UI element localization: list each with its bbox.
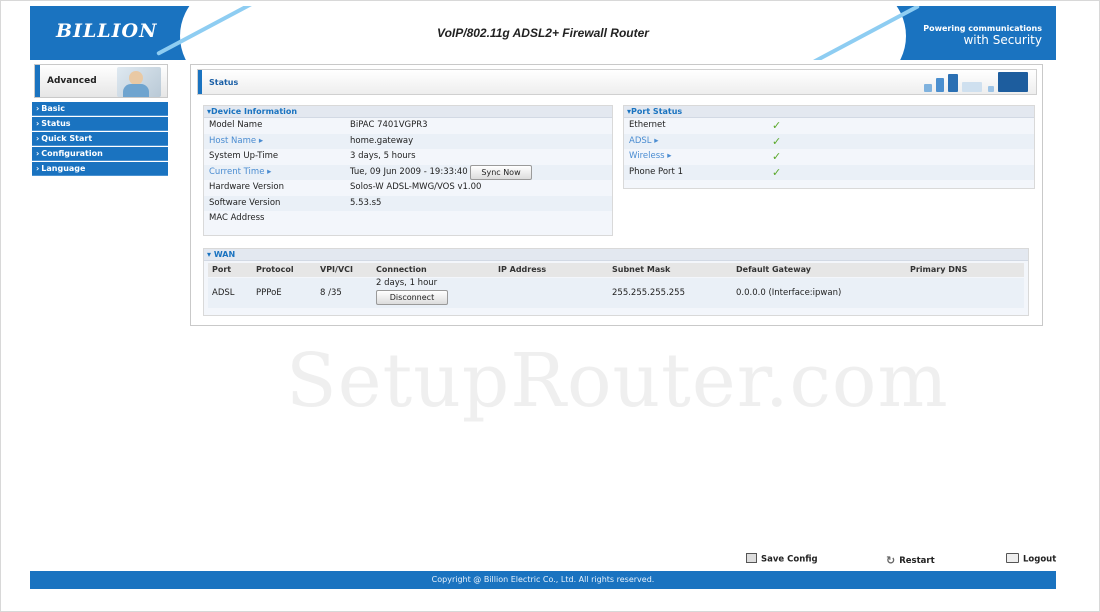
wan-panel: ▾ WAN Port Protocol VPI/VCI Connection I…: [203, 248, 1029, 316]
check-icon: ✓: [772, 134, 782, 148]
uptime-label: System Up-Time: [209, 151, 279, 161]
wan-table-header: Port Protocol VPI/VCI Connection IP Addr…: [208, 263, 1024, 277]
page-title-bar: Status: [197, 69, 1037, 95]
sync-now-button[interactable]: Sync Now: [470, 164, 532, 180]
watermark: SetupRouter.com: [286, 338, 949, 424]
wan-vpi-vci-cell: 8 /35: [320, 288, 342, 298]
wan-port-cell: ADSL: [212, 288, 235, 298]
info-row: Hardware Version Solos-W ADSL-MWG/VOS v1.…: [204, 180, 612, 196]
table-row: ADSL PPPoE 8 /35 2 days, 1 hour Disconne…: [208, 278, 1024, 308]
page-header: BILLION Powering communications with Sec…: [30, 6, 1056, 60]
arrow-icon: ›: [36, 104, 40, 113]
port-status-panel: ▾Port Status Ethernet ✓ ADSL ▸ ✓ Wireless …: [623, 105, 1035, 189]
uptime-value: 3 days, 5 hours: [350, 151, 416, 161]
port-row: Phone Port 1 ✓: [624, 164, 1034, 180]
software-version-value: 5.53.s5: [350, 197, 382, 208]
save-config-button[interactable]: Save Config: [746, 553, 818, 565]
disconnect-button[interactable]: Disconnect: [376, 290, 448, 305]
port-row: ADSL ▸ ✓: [624, 133, 1034, 150]
ethernet-label: Ethernet: [629, 120, 666, 130]
wan-connection-cell: 2 days, 1 hour: [376, 278, 438, 288]
mode-label: Advanced: [47, 76, 97, 86]
model-name-value: BiPAC 7401VGPR3: [350, 120, 428, 130]
product-title: VoIP/802.11g ADSL2+ Firewall Router: [437, 26, 649, 40]
info-row: Current Time ▸ Tue, 09 Jun 2009 - 19:33:4…: [204, 164, 612, 181]
port-row: Ethernet ✓: [624, 118, 1034, 134]
wan-protocol-cell: PPPoE: [256, 288, 282, 298]
restart-label: Restart: [899, 556, 935, 566]
tagline-big: with Security: [963, 33, 1042, 47]
check-icon: ✓: [772, 165, 782, 179]
wireless-link[interactable]: Wireless ▸: [629, 149, 672, 165]
billion-logo: BILLION: [56, 20, 158, 42]
save-icon: [746, 553, 757, 563]
column-header: IP Address: [498, 265, 547, 274]
network-graphic-icon: [924, 72, 1030, 94]
wan-heading: ▾ WAN: [204, 249, 1028, 261]
info-row: MAC Address: [204, 211, 612, 227]
save-config-label: Save Config: [761, 554, 818, 565]
current-time-link[interactable]: Current Time ▸: [209, 165, 271, 181]
tagline: Powering communications with Security: [923, 24, 1042, 47]
column-header: Port: [212, 265, 232, 274]
sidebar-item-label: Basic: [41, 104, 66, 113]
hardware-version-label: Hardware Version: [209, 182, 284, 192]
sidebar-item-quick-start[interactable]: › Quick Start: [32, 132, 168, 146]
port-row: Wireless ▸ ✓: [624, 149, 1034, 165]
wan-subnet-cell: 255.255.255.255: [612, 288, 686, 298]
footer: Copyright @ Billion Electric Co., Ltd. A…: [30, 571, 1056, 589]
wan-gateway-cell: 0.0.0.0 (Interface:ipwan): [736, 288, 842, 298]
sidebar-item-label: Status: [41, 119, 71, 128]
software-version-label: Software Version: [209, 197, 281, 208]
sidebar-item-language[interactable]: › Language: [32, 162, 168, 176]
sidebar-item-configuration[interactable]: › Configuration: [32, 147, 168, 161]
arrow-icon: ›: [36, 134, 40, 143]
info-row: Model Name BiPAC 7401VGPR3: [204, 118, 612, 134]
info-row: Host Name ▸ home.gateway: [204, 133, 612, 150]
current-time-value: Tue, 09 Jun 2009 - 19:33:40: [350, 166, 468, 177]
sidebar-item-label: Language: [41, 164, 86, 173]
column-header: VPI/VCI: [320, 265, 353, 274]
sidebar-item-label: Quick Start: [41, 134, 93, 143]
info-row: Software Version 5.53.s5: [204, 195, 612, 211]
check-icon: ✓: [772, 119, 782, 132]
device-information-heading: ▾Device Information: [204, 106, 612, 118]
sidebar-nav: › Basic › Status › Quick Start › Configurati…: [32, 102, 168, 177]
logout-button[interactable]: Logout: [1006, 553, 1057, 565]
host-name-link[interactable]: Host Name ▸: [209, 134, 263, 150]
logout-label: Logout: [1023, 554, 1057, 565]
arrow-icon: ›: [36, 119, 40, 128]
phone-port-label: Phone Port 1: [629, 166, 683, 177]
column-header: Primary DNS: [910, 265, 968, 274]
tagline-small: Powering communications: [923, 24, 1042, 33]
check-icon: ✓: [772, 150, 782, 163]
sidebar-item-label: Configuration: [41, 149, 103, 158]
mac-address-label: MAC Address: [209, 213, 265, 223]
arrow-icon: ›: [36, 149, 40, 158]
arrow-icon: ›: [36, 164, 40, 173]
info-row: System Up-Time 3 days, 5 hours: [204, 149, 612, 165]
column-header: Subnet Mask: [612, 265, 671, 274]
column-header: Connection: [376, 265, 427, 274]
restart-button[interactable]: ↻ Restart: [886, 554, 935, 567]
port-status-heading: ▾Port Status: [624, 106, 1034, 118]
model-name-label: Model Name: [209, 120, 263, 130]
restart-icon: ↻: [886, 554, 896, 567]
main-content: Status ▾Device Information Model Name BiP…: [190, 64, 1043, 326]
column-header: Protocol: [256, 265, 294, 274]
host-name-value: home.gateway: [350, 135, 414, 146]
page-title: Status: [209, 78, 239, 87]
mode-header: Advanced: [34, 64, 168, 98]
support-person-image: [117, 67, 161, 97]
hardware-version-value: Solos-W ADSL-MWG/VOS v1.00: [350, 182, 482, 192]
adsl-link[interactable]: ADSL ▸: [629, 134, 658, 150]
device-information-panel: ▾Device Information Model Name BiPAC 7401…: [203, 105, 613, 236]
sidebar-item-status[interactable]: › Status: [32, 117, 168, 131]
logout-icon: [1006, 553, 1019, 563]
column-header: Default Gateway: [736, 265, 811, 274]
sidebar-item-basic[interactable]: › Basic: [32, 102, 168, 116]
